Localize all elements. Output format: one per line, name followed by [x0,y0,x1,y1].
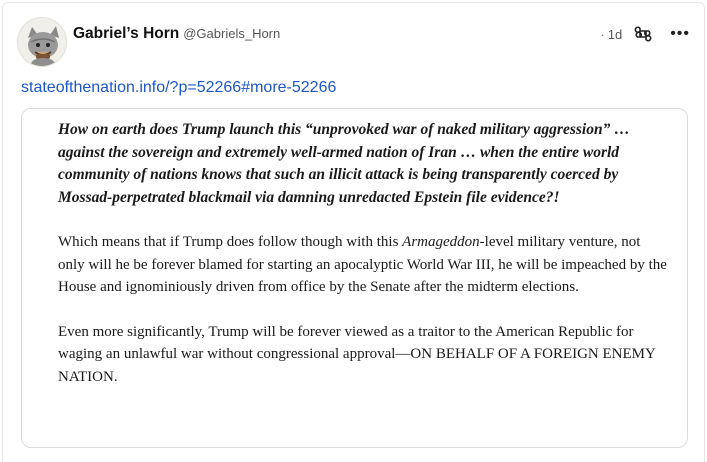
post-link[interactable]: stateofthenation.info/?p=52266#more-5226… [21,79,336,97]
command-icon[interactable] [634,25,652,43]
quote-paragraph-2: Even more significantly, Trump will be f… [58,323,656,385]
quote-block: How on earth does Trump launch this “unp… [21,108,688,448]
quote-body: How on earth does Trump launch this “unp… [58,119,668,388]
author-display-name[interactable]: Gabriel’s Horn [73,25,179,43]
cat-avatar-icon[interactable] [17,17,67,67]
post-card: Gabriel’s Horn @Gabriels_Horn 1d ••• sta… [2,2,705,462]
post-age[interactable]: 1d [600,27,622,42]
more-options-icon[interactable]: ••• [670,26,690,42]
author-row: Gabriel’s Horn @Gabriels_Horn [73,25,280,43]
quote-paragraph-1-emphasis: Armageddon [402,234,480,250]
author-handle[interactable]: @Gabriels_Horn [183,26,280,41]
quote-paragraph-1: Which means that if Trump does follow th… [58,231,668,299]
post-meta: 1d ••• [600,25,690,43]
post-header: Gabriel’s Horn @Gabriels_Horn 1d ••• [17,17,690,69]
quote-paragraph-1-before: Which means that if Trump does follow th… [58,234,403,250]
quote-lead: How on earth does Trump launch this “unp… [58,121,630,206]
